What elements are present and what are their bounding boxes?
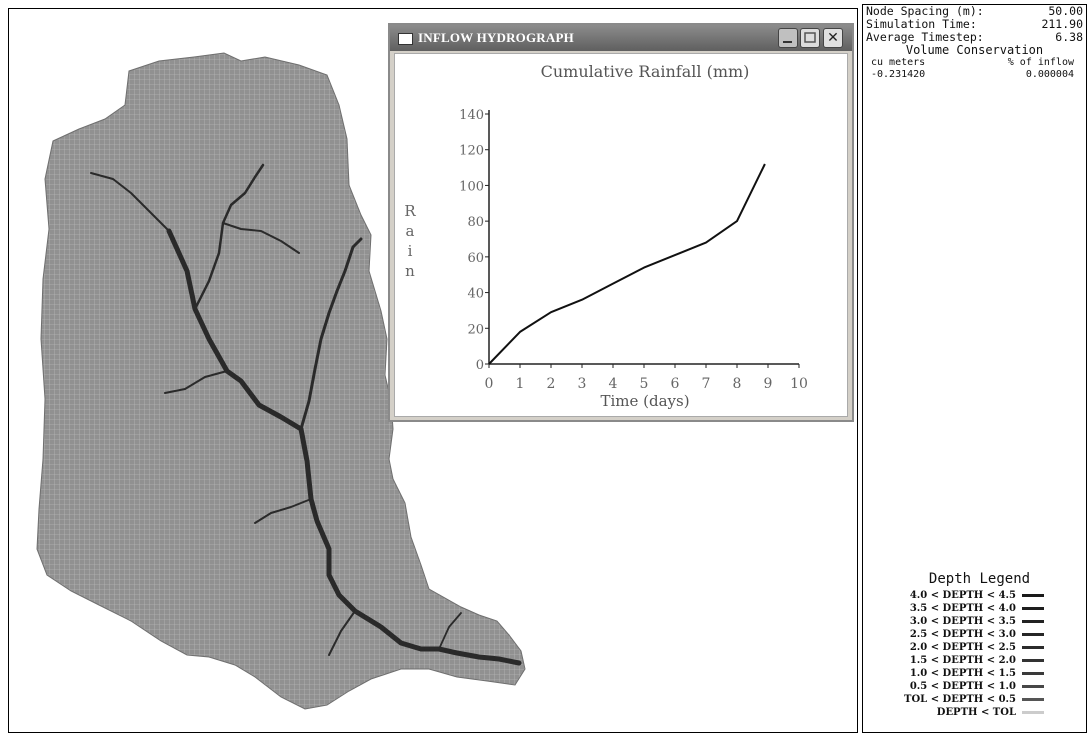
legend-row: 2.5 < DEPTH < 3.0 bbox=[863, 628, 1086, 641]
minimize-button[interactable] bbox=[778, 28, 798, 48]
x-tick-label: 10 bbox=[790, 376, 808, 392]
y-tick-label: 0 bbox=[476, 358, 484, 373]
x-tick-label: 2 bbox=[547, 376, 556, 392]
depth-legend-title: Depth Legend bbox=[928, 571, 1031, 587]
inflow-hydrograph-window[interactable]: INFLOW HYDROGRAPH ✕ Cumulative Rainfall … bbox=[388, 23, 854, 422]
y-tick-label: 80 bbox=[467, 215, 484, 230]
window-titlebar[interactable]: INFLOW HYDROGRAPH ✕ bbox=[390, 25, 852, 51]
chart-ticks: 0 20 40 60 80 100 120 140 0 1 2 3 4 5 6 7 8 9 10 bbox=[459, 108, 808, 392]
close-button[interactable]: ✕ bbox=[823, 28, 843, 48]
x-tick-label: 3 bbox=[578, 376, 587, 392]
legend-swatch bbox=[1022, 698, 1044, 701]
legend-row: 3.0 < DEPTH < 3.5 bbox=[863, 615, 1086, 628]
legend-row: TOL < DEPTH < 0.5 bbox=[863, 693, 1086, 706]
legend-swatch bbox=[1022, 659, 1044, 662]
legend-label: TOL < DEPTH < 0.5 bbox=[904, 694, 1016, 705]
x-tick-label: 8 bbox=[733, 376, 742, 392]
x-tick-label: 9 bbox=[764, 376, 773, 392]
legend-swatch bbox=[1022, 685, 1044, 688]
legend-label: 1.5 < DEPTH < 2.0 bbox=[909, 655, 1016, 666]
x-tick-label: 1 bbox=[516, 376, 525, 392]
x-tick-label: 6 bbox=[671, 376, 680, 392]
y-tick-label: 40 bbox=[467, 287, 484, 302]
average-timestep-value: 6.38 bbox=[1055, 30, 1083, 44]
window-app-icon bbox=[398, 33, 413, 45]
legend-row: 0.5 < DEPTH < 1.0 bbox=[863, 680, 1086, 693]
legend-swatch bbox=[1022, 594, 1044, 597]
y-tick-label: 60 bbox=[467, 251, 484, 266]
percent-inflow-value: 0.000004 bbox=[1025, 69, 1074, 80]
y-tick-label: 100 bbox=[459, 179, 484, 194]
legend-row: 2.0 < DEPTH < 2.5 bbox=[863, 641, 1086, 654]
maximize-icon bbox=[804, 32, 816, 43]
chart-title: Cumulative Rainfall (mm) bbox=[541, 62, 750, 81]
legend-row: 1.5 < DEPTH < 2.0 bbox=[863, 654, 1086, 667]
legend-label: DEPTH < TOL bbox=[936, 707, 1016, 718]
x-tick-label: 5 bbox=[640, 376, 649, 392]
legend-label: 3.5 < DEPTH < 4.0 bbox=[909, 603, 1016, 614]
rainfall-series-line bbox=[488, 163, 766, 365]
legend-label: 2.0 < DEPTH < 2.5 bbox=[909, 642, 1016, 653]
volume-conservation-title: Volume Conservation bbox=[905, 43, 1044, 57]
legend-label: 4.0 < DEPTH < 4.5 bbox=[909, 590, 1016, 601]
legend-row: 4.0 < DEPTH < 4.5 bbox=[863, 589, 1086, 602]
legend-swatch bbox=[1022, 646, 1044, 649]
y-tick-label: 20 bbox=[467, 322, 484, 337]
cu-meters-value: -0.231420 bbox=[871, 69, 926, 80]
legend-label: 3.0 < DEPTH < 3.5 bbox=[909, 616, 1016, 627]
y-axis-label-text: Rain bbox=[401, 202, 419, 282]
legend-swatch bbox=[1022, 711, 1044, 714]
chart-axes bbox=[488, 110, 799, 365]
x-tick-label: 0 bbox=[485, 376, 494, 392]
simulation-info-panel: Node Spacing (m): 50.00 Simulation Time:… bbox=[862, 4, 1087, 733]
cu-meters-header: cu meters bbox=[871, 57, 926, 68]
legend-label: 1.0 < DEPTH < 1.5 bbox=[909, 668, 1016, 679]
y-axis-label: Rain bbox=[401, 202, 419, 282]
y-tick-label: 120 bbox=[459, 144, 484, 159]
legend-label: 2.5 < DEPTH < 3.0 bbox=[909, 629, 1016, 640]
x-tick-label: 4 bbox=[609, 376, 618, 392]
legend-swatch bbox=[1022, 633, 1044, 636]
maximize-button[interactable] bbox=[800, 28, 820, 48]
legend-row: DEPTH < TOL bbox=[863, 706, 1086, 719]
percent-inflow-header: % of inflow bbox=[1007, 57, 1074, 68]
chart-series bbox=[488, 163, 766, 365]
legend-row: 1.0 < DEPTH < 1.5 bbox=[863, 667, 1086, 680]
legend-swatch bbox=[1022, 672, 1044, 675]
hydrograph-plot-area: Cumulative Rainfall (mm) Rain Time (days… bbox=[394, 53, 848, 417]
close-icon: ✕ bbox=[827, 30, 839, 46]
volume-conservation-values: -0.231420 0.000004 bbox=[863, 69, 1086, 81]
legend-swatch bbox=[1022, 620, 1044, 623]
x-tick-label: 7 bbox=[702, 376, 711, 392]
minimize-icon bbox=[783, 41, 792, 43]
volume-conservation-headers: cu meters % of inflow bbox=[863, 57, 1086, 69]
legend-swatch bbox=[1022, 607, 1044, 610]
legend-label: 0.5 < DEPTH < 1.0 bbox=[909, 681, 1016, 692]
x-axis-label: Time (days) bbox=[600, 392, 689, 410]
window-title: INFLOW HYDROGRAPH bbox=[418, 30, 574, 45]
legend-row: 3.5 < DEPTH < 4.0 bbox=[863, 602, 1086, 615]
depth-legend: Depth Legend 4.0 < DEPTH < 4.5 3.5 < DEP… bbox=[863, 571, 1086, 719]
y-tick-label: 140 bbox=[459, 108, 484, 123]
cumulative-rainfall-chart: Cumulative Rainfall (mm) Rain Time (days… bbox=[401, 62, 808, 410]
